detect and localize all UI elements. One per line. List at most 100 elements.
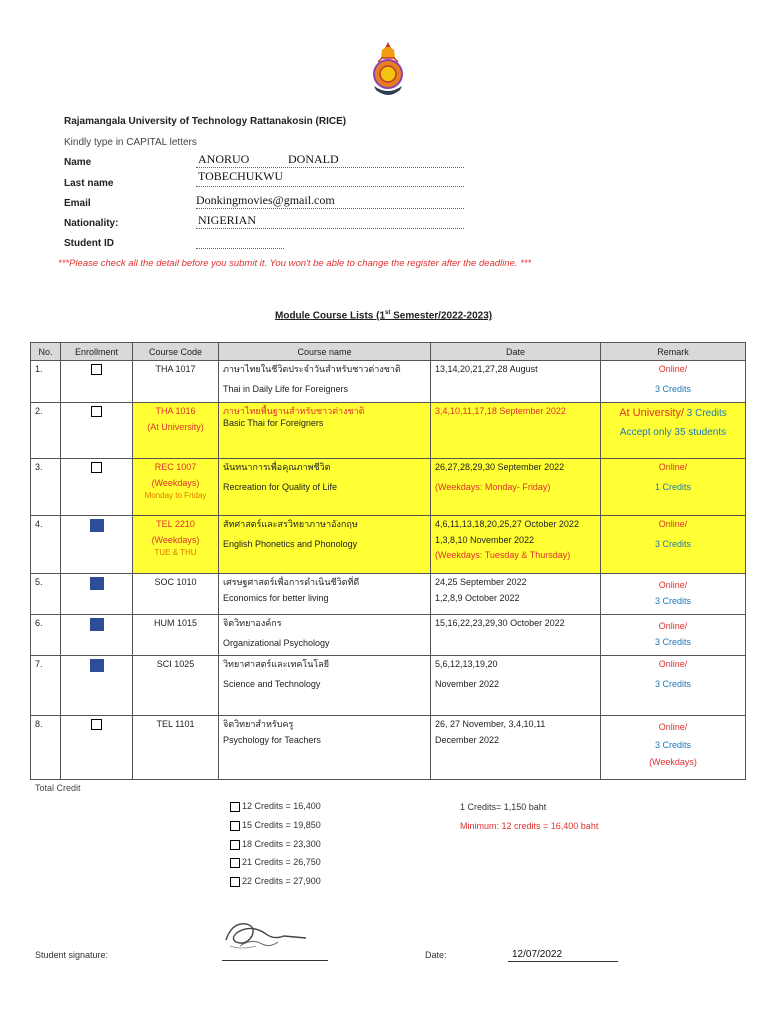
enrollment-checkbox[interactable] bbox=[91, 462, 102, 474]
row-no: 1. bbox=[30, 360, 61, 403]
course-name-thai: จิตวิทยาองค์กร bbox=[223, 618, 282, 628]
credit-checkbox[interactable] bbox=[230, 839, 240, 850]
table-row: 7. SCI 1025 วิทยาศาสตร์และเทคโนโลยี Scie… bbox=[30, 655, 746, 716]
remark-credits: 3 Credits bbox=[654, 595, 691, 606]
enrollment-checkbox-checked[interactable] bbox=[89, 577, 104, 590]
nationality-label: Nationality: bbox=[64, 218, 119, 229]
credit-rate: 1 Credits= 1,150 baht bbox=[460, 802, 547, 812]
enrollment-checkbox-checked[interactable] bbox=[89, 659, 104, 672]
course-code: SOC 1010 bbox=[132, 573, 219, 615]
signature-line[interactable] bbox=[222, 960, 328, 961]
course-code: THA 1016 bbox=[155, 406, 196, 416]
credit-option-label: 22 Credits = 27,900 bbox=[242, 876, 321, 886]
course-date-2: December 2022 bbox=[435, 734, 500, 745]
col-header-enrollment: Enrollment bbox=[60, 342, 133, 361]
credit-option[interactable]: 12 Credits = 16,400 bbox=[230, 801, 321, 812]
course-name-thai: นันทนาการเพื่อคุณภาพชีวิต bbox=[223, 462, 331, 472]
table-row: 6. HUM 1015 จิตวิทยาองค์กร Organizationa… bbox=[30, 614, 746, 656]
course-date: 5,6,12,13,19,20 bbox=[435, 659, 498, 669]
remark-weekdays: (Weekdays) bbox=[649, 757, 697, 768]
enrollment-checkbox[interactable] bbox=[91, 719, 102, 731]
module-course-list-title: Module Course Lists (1st Semester/2022-2… bbox=[275, 310, 492, 321]
credit-option[interactable]: 18 Credits = 23,300 bbox=[230, 839, 321, 850]
course-date: 15,16,22,23,29,30 October 2022 bbox=[430, 614, 601, 656]
remark-mode: Online/ bbox=[658, 621, 688, 631]
credit-option-label: 18 Credits = 23,300 bbox=[242, 839, 321, 849]
course-code-note: (Weekdays) bbox=[151, 477, 200, 488]
name-value-first[interactable]: ANORUO bbox=[198, 152, 249, 167]
remark-mode: Online/ bbox=[658, 519, 688, 529]
lastname-value[interactable]: TOBECHUKWU bbox=[198, 169, 283, 184]
course-date: 13,14,20,21,27,28 August bbox=[430, 360, 601, 403]
remark-credits: 3 Credits bbox=[654, 636, 691, 647]
credit-checkbox[interactable] bbox=[230, 820, 240, 831]
remark-credits: 3 Credits bbox=[684, 408, 727, 419]
student-signature-label: Student signature: bbox=[35, 950, 109, 960]
module-course-table: No. Enrollment Course Code Course name D… bbox=[30, 342, 746, 780]
table-row: 2. THA 1016 (At University) ภาษาไทยพื้นฐ… bbox=[30, 402, 746, 459]
remark-credits: 3 Credits bbox=[654, 678, 691, 689]
row-no: 2. bbox=[30, 402, 61, 459]
row-no: 8. bbox=[30, 715, 61, 780]
credit-option[interactable]: 22 Credits = 27,900 bbox=[230, 876, 321, 887]
course-code-note: (Weekdays) bbox=[151, 534, 200, 545]
module-title-prefix: Module Course Lists (1 bbox=[275, 310, 386, 322]
date-label: Date: bbox=[425, 950, 447, 960]
course-date-2: November 2022 bbox=[435, 678, 500, 689]
remark-mode: Online/ bbox=[658, 722, 688, 732]
course-name-thai: จิตวิทยาสำหรับครู bbox=[223, 719, 294, 729]
remark-mode: Online/ bbox=[658, 659, 688, 669]
row-no: 6. bbox=[30, 614, 61, 656]
col-header-course-code: Course Code bbox=[132, 342, 219, 361]
table-row: 5. SOC 1010 เศรษฐศาสตร์เพื่อการดำเนินชีว… bbox=[30, 573, 746, 615]
capital-letters-hint: Kindly type in CAPITAL letters bbox=[64, 137, 197, 148]
name-label: Name bbox=[64, 157, 92, 168]
enrollment-checkbox[interactable] bbox=[91, 406, 102, 418]
table-row: 8. TEL 1101 จิตวิทยาสำหรับครู Psychology… bbox=[30, 715, 746, 780]
university-name: Rajamangala University of Technology Rat… bbox=[64, 116, 347, 127]
deadline-warning: ***Please check all the detail before yo… bbox=[58, 258, 532, 269]
credit-option[interactable]: 21 Credits = 26,750 bbox=[230, 857, 321, 868]
course-name-thai: ภาษาไทยในชีวิตประจำวันสำหรับชาวต่างชาติ bbox=[223, 364, 401, 374]
table-row: 3. REC 1007 (Weekdays) Monday to Friday … bbox=[30, 458, 746, 516]
course-code: TEL 2210 bbox=[156, 519, 195, 529]
date-line bbox=[508, 961, 618, 962]
course-date: 26, 27 November, 3,4,10,11 bbox=[435, 719, 546, 729]
course-name-english: English Phonetics and Phonology bbox=[223, 538, 358, 549]
enrollment-checkbox-checked[interactable] bbox=[89, 618, 104, 631]
credit-checkbox[interactable] bbox=[230, 801, 240, 812]
university-seal-logo bbox=[373, 42, 403, 95]
date-value[interactable]: 12/07/2022 bbox=[512, 949, 562, 960]
email-value[interactable]: Donkingmovies@gmail.com bbox=[196, 193, 335, 208]
student-id-field-line[interactable] bbox=[196, 236, 284, 249]
remark-credits: 3 Credits bbox=[654, 739, 691, 750]
course-date-note: (Weekdays: Tuesday & Thursday) bbox=[435, 550, 571, 561]
credit-checkbox[interactable] bbox=[230, 857, 240, 868]
course-date: 26,27,28,29,30 September 2022 bbox=[435, 462, 565, 472]
course-code: SCI 1025 bbox=[132, 655, 219, 716]
enrollment-checkbox[interactable] bbox=[91, 364, 102, 376]
course-name-english: Basic Thai for Foreigners bbox=[223, 417, 324, 428]
course-date: 4,6,11,13,18,20,25,27 October 2022 bbox=[435, 519, 579, 529]
enrollment-checkbox-checked[interactable] bbox=[89, 519, 104, 532]
course-name-english: Recreation for Quality of Life bbox=[223, 481, 338, 492]
name-value-second[interactable]: DONALD bbox=[288, 152, 339, 167]
student-id-label: Student ID bbox=[64, 238, 114, 249]
course-name-thai: เศรษฐศาสตร์เพื่อการดำเนินชีวิตที่ดี bbox=[223, 577, 360, 587]
lastname-label: Last name bbox=[64, 178, 114, 189]
course-name-english: Thai in Daily Life for Foreigners bbox=[223, 383, 349, 394]
course-code: TEL 1101 bbox=[132, 715, 219, 780]
remark-mode: Online/ bbox=[658, 462, 688, 472]
col-header-remark: Remark bbox=[600, 342, 746, 361]
credit-checkbox[interactable] bbox=[230, 876, 240, 887]
handwritten-signature bbox=[225, 923, 307, 949]
table-row: 4. TEL 2210 (Weekdays) TUE & THU สัทศาสต… bbox=[30, 515, 746, 574]
remark-mode: Online/ bbox=[658, 364, 688, 374]
credit-option[interactable]: 15 Credits = 19,850 bbox=[230, 820, 321, 831]
nationality-value[interactable]: NIGERIAN bbox=[198, 213, 256, 228]
col-header-date: Date bbox=[430, 342, 601, 361]
course-code: REC 1007 bbox=[154, 462, 197, 472]
module-title-suffix: Semester/2022-2023) bbox=[390, 310, 493, 322]
course-name-thai: ภาษาไทยพื้นฐานสำหรับชาวต่างชาติ bbox=[223, 406, 365, 416]
credit-option-label: 12 Credits = 16,400 bbox=[242, 801, 321, 811]
